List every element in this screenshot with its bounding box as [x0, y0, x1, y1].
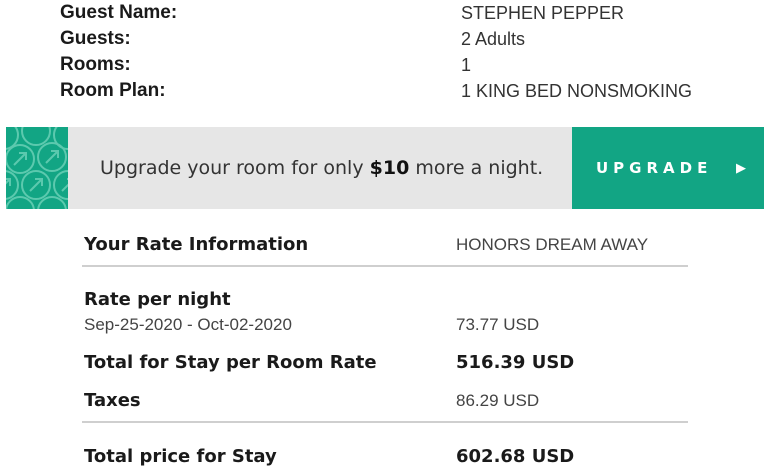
rate-info-heading: Your Rate Information — [84, 234, 309, 255]
guests-label: Guests: — [60, 28, 131, 49]
upgrade-button[interactable]: UPGRADE ▶ — [572, 127, 764, 209]
upgrade-button-label: UPGRADE — [596, 159, 713, 177]
upgrade-message-suffix: more a night. — [409, 157, 544, 179]
upgrade-banner: Upgrade your room for only $10 more a ni… — [6, 127, 764, 209]
arrow-circles-icon — [6, 127, 68, 209]
rooms-row: Rooms: 1 — [0, 53, 768, 77]
divider — [82, 265, 688, 267]
rate-name: HONORS DREAM AWAY — [456, 235, 649, 254]
guest-name-value: STEPHEN PEPPER — [461, 3, 625, 23]
guest-name-row: Guest Name: STEPHEN PEPPER — [0, 1, 768, 25]
upgrade-message: Upgrade your room for only $10 more a ni… — [100, 127, 543, 209]
guests-value: 2 Adults — [461, 29, 526, 49]
rooms-label: Rooms: — [60, 54, 131, 75]
guests-row: Guests: 2 Adults — [0, 27, 768, 51]
divider — [82, 421, 688, 423]
room-plan-label: Room Plan: — [60, 80, 166, 101]
guest-name-label: Guest Name: — [60, 2, 178, 23]
room-plan-row: Room Plan: 1 KING BED NONSMOKING — [0, 79, 768, 103]
room-plan-value: 1 KING BED NONSMOKING — [461, 81, 693, 101]
date-range: Sep-25-2020 - Oct-02-2020 — [84, 315, 292, 334]
rate-per-night-value: 73.77 USD — [456, 315, 540, 334]
upgrade-price: $10 — [369, 157, 410, 179]
total-room-rate-value: 516.39 USD — [456, 352, 575, 373]
rate-per-night-label: Rate per night — [84, 289, 231, 310]
upgrade-message-prefix: Upgrade your room for only — [100, 157, 370, 179]
total-price-label: Total price for Stay — [84, 446, 277, 467]
taxes-value: 86.29 USD — [456, 391, 540, 410]
rooms-value: 1 — [461, 55, 472, 75]
total-price-value: 602.68 USD — [456, 446, 575, 467]
total-room-rate-label: Total for Stay per Room Rate — [84, 352, 377, 373]
play-arrow-icon: ▶ — [736, 160, 746, 175]
taxes-label: Taxes — [84, 390, 141, 411]
